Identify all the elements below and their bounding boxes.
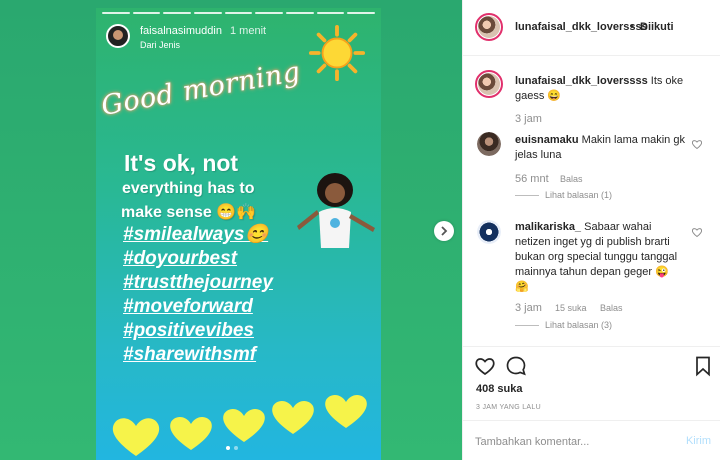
like-comment-heart-icon[interactable] xyxy=(691,226,703,238)
chevron-right-icon xyxy=(441,226,448,236)
story-time: 1 menit xyxy=(230,25,267,37)
caption-text: lunafaisal_dkk_loverssss Its oke gaess 😄 xyxy=(515,74,711,104)
separator-dot: • xyxy=(630,21,634,33)
story-source: Dari Jenis xyxy=(140,40,181,50)
view-replies-label: Lihat balasan (1) xyxy=(545,190,613,200)
hashtag: #sharewithsmf xyxy=(123,344,257,365)
follow-button[interactable]: Diikuti xyxy=(640,21,674,33)
dancing-woman-sticker xyxy=(297,173,375,248)
view-replies-link[interactable]: Lihat balasan (3) xyxy=(515,320,612,330)
message-line-1: It's ok, not xyxy=(124,150,239,176)
reply-button[interactable]: Balas xyxy=(560,174,583,184)
avatar[interactable] xyxy=(477,220,501,244)
comment-text: euisnamaku Makin lama makin gk jelas lun… xyxy=(515,133,685,163)
hashtag: #trustthejourney xyxy=(123,272,273,293)
add-comment-bar: Kirim xyxy=(463,420,720,460)
post-author-link[interactable]: lunafaisal_dkk_loverssss xyxy=(515,21,648,33)
heart-icon[interactable] xyxy=(474,355,496,377)
hearts-decoration xyxy=(112,394,367,456)
post-comment-button[interactable]: Kirim xyxy=(686,435,711,447)
reply-button[interactable]: Balas xyxy=(600,303,623,313)
hashtag: #smilealways😊 xyxy=(123,224,269,245)
story-progress-bar xyxy=(102,12,376,14)
story-image[interactable]: faisalnasimuddin 1 menit Dari Jenis Good… xyxy=(96,8,381,460)
post-actions: 408 suka 3 JAM YANG LALU xyxy=(463,346,720,430)
story-username: faisalnasimuddin xyxy=(140,25,222,37)
comment-icon[interactable] xyxy=(505,355,527,377)
view-replies-link[interactable]: Lihat balasan (1) xyxy=(515,190,612,200)
comment-text: malikariska_ Sabaar wahai netizen inget … xyxy=(515,220,683,295)
avatar[interactable] xyxy=(477,132,501,156)
media-pane: faisalnasimuddin 1 menit Dari Jenis Good… xyxy=(0,0,462,460)
avatar[interactable] xyxy=(475,70,503,98)
next-button[interactable] xyxy=(434,221,454,241)
comment-time[interactable]: 3 jam xyxy=(515,302,542,314)
like-comment-heart-icon[interactable] xyxy=(691,138,703,150)
avatar[interactable] xyxy=(475,13,503,41)
comment-author[interactable]: euisnamaku xyxy=(515,134,579,146)
hashtag: #positivevibes xyxy=(123,320,254,341)
comment-time[interactable]: 56 mnt xyxy=(515,173,549,185)
post-header: lunafaisal_dkk_loverssss • Diikuti xyxy=(463,0,720,56)
message-line-3: make sense 😁🙌 xyxy=(121,204,257,221)
story-page-indicator xyxy=(226,446,238,450)
caption-author[interactable]: lunafaisal_dkk_loverssss xyxy=(515,75,648,87)
bookmark-icon[interactable] xyxy=(692,355,714,377)
comments-section[interactable]: lunafaisal_dkk_loverssss Its oke gaess 😄… xyxy=(463,56,720,346)
comment-author[interactable]: malikariska_ xyxy=(515,221,581,233)
post-panel: lunafaisal_dkk_loverssss • Diikuti lunaf… xyxy=(462,0,720,460)
message-line-2: everything has to xyxy=(122,180,255,197)
hashtag: #moveforward xyxy=(123,296,253,317)
caption-time[interactable]: 3 jam xyxy=(515,113,542,125)
view-replies-label: Lihat balasan (3) xyxy=(545,320,613,330)
comment-likes[interactable]: 15 suka xyxy=(555,303,587,313)
story-avatar xyxy=(106,24,130,48)
comment-input[interactable] xyxy=(475,433,665,451)
greeting-text: Good morning xyxy=(98,56,303,122)
likes-count[interactable]: 408 suka xyxy=(476,383,522,395)
hashtag: #doyourbest xyxy=(123,248,238,269)
posted-time[interactable]: 3 JAM YANG LALU xyxy=(476,404,541,411)
